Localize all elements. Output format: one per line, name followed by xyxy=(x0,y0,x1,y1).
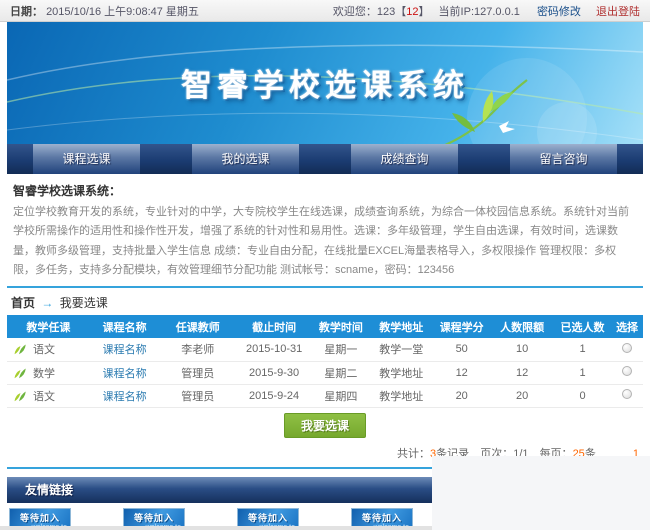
bracket-close: 】 xyxy=(418,6,429,18)
welcome-text: 欢迎您：123 xyxy=(333,6,395,18)
column-header: 教学地址 xyxy=(369,315,433,338)
subject-cell: 语文 xyxy=(7,338,90,361)
time-cell: 星期四 xyxy=(312,384,369,407)
intro-section: 智睿学校选课系统： 定位学校教育开发的系统，专业针对的中学，大专院校学生在线选课… xyxy=(7,174,643,286)
teacher-cell: 管理员 xyxy=(160,384,236,407)
topbar-date: 日期： 2015/10/16 上午9:08:47 星期五 xyxy=(10,3,199,19)
table-row: 语文 课程名称 李老师 2015-10-31 星期一 教学一堂 50 10 1 xyxy=(7,338,643,361)
main-nav: 课程选课 我的选课 成绩查询 留言咨询 xyxy=(7,144,643,174)
nav-item-grades[interactable]: 成绩查询 xyxy=(351,144,458,174)
column-header: 教学任课 xyxy=(7,315,90,338)
breadcrumb-home-link[interactable]: 首页 xyxy=(11,296,35,310)
breadcrumb-arrow-icon: → xyxy=(41,296,53,310)
overlay-box xyxy=(432,456,650,530)
selected-count-cell: 1 xyxy=(554,361,611,384)
nav-item-course-select[interactable]: 课程选课 xyxy=(33,144,140,174)
change-password-link[interactable]: 密码修改 xyxy=(537,6,581,18)
intro-description: 定位学校教育开发的系统，专业针对的中学，大专院校学生在线选课，成绩查询系统，为综… xyxy=(13,203,637,280)
bracket-open: 【 xyxy=(395,6,406,18)
leaf-icon xyxy=(13,367,28,379)
selected-count-cell: 0 xyxy=(554,384,611,407)
message-count: 12 xyxy=(406,6,418,18)
plant-decoration-icon xyxy=(431,74,531,144)
course-name-link[interactable]: 课程名称 xyxy=(103,368,147,380)
column-header: 已选人数 xyxy=(554,315,611,338)
course-name-link[interactable]: 课程名称 xyxy=(103,391,147,403)
column-header: 任课教师 xyxy=(160,315,236,338)
button-row: 我要选课 xyxy=(7,408,643,441)
teacher-cell: 李老师 xyxy=(160,338,236,361)
select-course-button[interactable]: 我要选课 xyxy=(284,413,366,438)
select-radio[interactable] xyxy=(622,343,632,353)
date-value: 2015/10/16 上午9:08:47 星期五 xyxy=(46,6,199,18)
column-header: 课程名称 xyxy=(90,315,160,338)
deadline-cell: 2015-9-24 xyxy=(236,384,312,407)
limit-cell: 10 xyxy=(490,338,554,361)
breadcrumb-current: 我要选课 xyxy=(60,296,108,310)
credit-cell: 20 xyxy=(433,384,490,407)
topbar: 日期： 2015/10/16 上午9:08:47 星期五 欢迎您：123【12】… xyxy=(0,0,650,22)
breadcrumb: 首页 → 我要选课 xyxy=(7,286,643,315)
column-header: 选择 xyxy=(611,315,643,338)
site-title: 智睿学校选课系统 xyxy=(7,60,643,105)
nav-item-messages[interactable]: 留言咨询 xyxy=(510,144,617,174)
time-cell: 星期一 xyxy=(312,338,369,361)
column-header: 课程学分 xyxy=(433,315,490,338)
limit-cell: 20 xyxy=(490,384,554,407)
nav-item-my-courses[interactable]: 我的选课 xyxy=(192,144,299,174)
column-header: 人数限额 xyxy=(490,315,554,338)
leaf-icon xyxy=(13,343,28,355)
teacher-cell: 管理员 xyxy=(160,361,236,384)
total-label: 共计： xyxy=(397,448,430,460)
course-table: 教学任课 课程名称 任课教师 截止时间 教学时间 教学地址 课程学分 人数限额 … xyxy=(7,315,643,408)
table-row: 数学 课程名称 管理员 2015-9-30 星期二 教学地址 12 12 1 xyxy=(7,361,643,384)
topbar-user-area: 欢迎您：123【12】 当前IP:127.0.0.1 密码修改 退出登陆 xyxy=(327,3,640,19)
select-radio[interactable] xyxy=(622,389,632,399)
deadline-cell: 2015-10-31 xyxy=(236,338,312,361)
intro-title: 智睿学校选课系统： xyxy=(13,182,637,199)
address-cell: 教学一堂 xyxy=(369,338,433,361)
table-row: 语文 课程名称 管理员 2015-9-24 星期四 教学地址 20 20 0 xyxy=(7,384,643,407)
credit-cell: 50 xyxy=(433,338,490,361)
current-ip: 当前IP:127.0.0.1 xyxy=(439,6,520,18)
time-cell: 星期二 xyxy=(312,361,369,384)
column-header: 教学时间 xyxy=(312,315,369,338)
leaf-icon xyxy=(13,390,28,402)
table-header-row: 教学任课 课程名称 任课教师 截止时间 教学时间 教学地址 课程学分 人数限额 … xyxy=(7,315,643,338)
subject-cell: 语文 xyxy=(7,384,90,407)
deadline-cell: 2015-9-30 xyxy=(236,361,312,384)
selected-count-cell: 1 xyxy=(554,338,611,361)
subject-cell: 数学 xyxy=(7,361,90,384)
column-header: 截止时间 xyxy=(236,315,312,338)
address-cell: 教学地址 xyxy=(369,361,433,384)
date-label: 日期： xyxy=(10,6,43,18)
limit-cell: 12 xyxy=(490,361,554,384)
credit-cell: 12 xyxy=(433,361,490,384)
logout-link[interactable]: 退出登陆 xyxy=(596,6,640,18)
select-radio[interactable] xyxy=(622,366,632,376)
course-name-link[interactable]: 课程名称 xyxy=(103,344,147,356)
site-banner: 智睿学校选课系统 xyxy=(7,22,643,144)
address-cell: 教学地址 xyxy=(369,384,433,407)
